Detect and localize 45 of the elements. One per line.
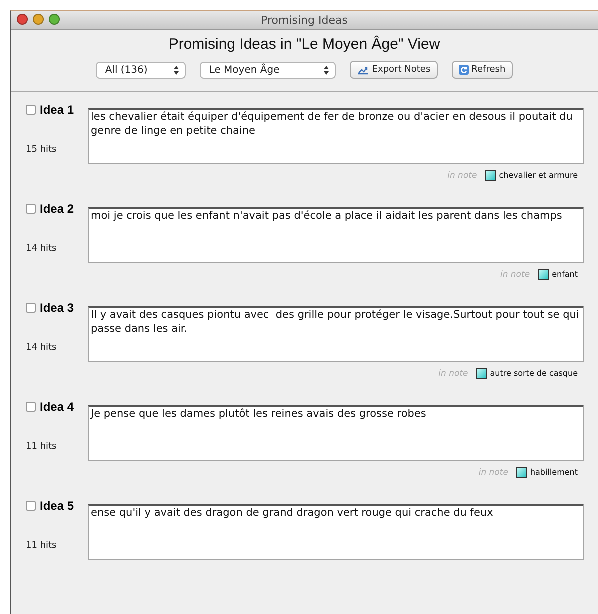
in-note-label: in note [500, 270, 530, 280]
view-select[interactable]: Le Moyen Âge [200, 62, 336, 78]
stepper-arrows-icon [174, 66, 180, 74]
hit-count: 11 hits [26, 442, 57, 452]
window-title: Promising Ideas [261, 14, 348, 26]
close-button[interactable] [17, 14, 28, 25]
export-notes-button[interactable]: Export Notes [350, 61, 438, 79]
hit-count: 14 hits [26, 244, 57, 254]
refresh-button[interactable]: Refresh [452, 61, 513, 79]
idea-text-field[interactable]: Il y avait des casques piontu avec des grille pour protéger le visage.Surtout pour tout se qui passe dans les air. [88, 306, 584, 362]
in-note-label: in note [478, 468, 508, 478]
refresh-icon [458, 65, 469, 75]
idea-checkbox[interactable] [26, 204, 36, 214]
note-swatch-icon [516, 467, 528, 478]
idea-title: Idea 3 [40, 301, 74, 315]
idea-text-field[interactable]: les chevalier était équiper d'équipement de fer de bronze ou d'acier en desous il poutait du genre de linge en petite chaine [88, 108, 584, 164]
note-swatch-icon [485, 170, 496, 181]
idea-text-field[interactable]: ense qu'il y avait des dragon de grand dragon vert rouge qui crache du feux [88, 504, 584, 560]
idea-checkbox[interactable] [26, 402, 36, 412]
hit-count: 11 hits [26, 541, 57, 551]
export-icon [357, 65, 370, 75]
minimize-button[interactable] [33, 14, 44, 25]
note-swatch-icon [476, 368, 488, 379]
idea-title: Idea 2 [40, 202, 74, 216]
zoom-button[interactable] [49, 14, 60, 25]
hit-count: 14 hits [26, 343, 57, 353]
stepper-arrows-icon [324, 66, 330, 74]
idea-text-field[interactable]: moi je crois que les enfant n'avait pas d'école a place il aidait les parent dans les champs [88, 207, 584, 263]
note-tag[interactable]: autre sorte de casque [490, 369, 578, 378]
idea-checkbox[interactable] [26, 105, 36, 115]
note-tag[interactable]: enfant [552, 270, 578, 279]
idea-text-field[interactable]: Je pense que les dames plutôt les reines avais des grosse robes [88, 405, 584, 461]
filter-select[interactable]: All (136) [96, 62, 186, 78]
idea-checkbox[interactable] [26, 303, 36, 313]
note-swatch-icon [538, 269, 550, 280]
idea-title: Idea 4 [40, 400, 74, 414]
idea-checkbox[interactable] [26, 501, 36, 511]
in-note-label: in note [438, 368, 468, 378]
note-tag[interactable]: chevalier et armure [499, 171, 578, 180]
note-tag[interactable]: habillement [530, 468, 578, 477]
idea-title: Idea 5 [40, 499, 74, 513]
hit-count: 15 hits [26, 145, 57, 155]
view-heading: Promising Ideas in "Le Moyen Âge" View [168, 36, 442, 53]
in-note-label: in note [448, 170, 478, 180]
idea-title: Idea 1 [40, 103, 74, 117]
